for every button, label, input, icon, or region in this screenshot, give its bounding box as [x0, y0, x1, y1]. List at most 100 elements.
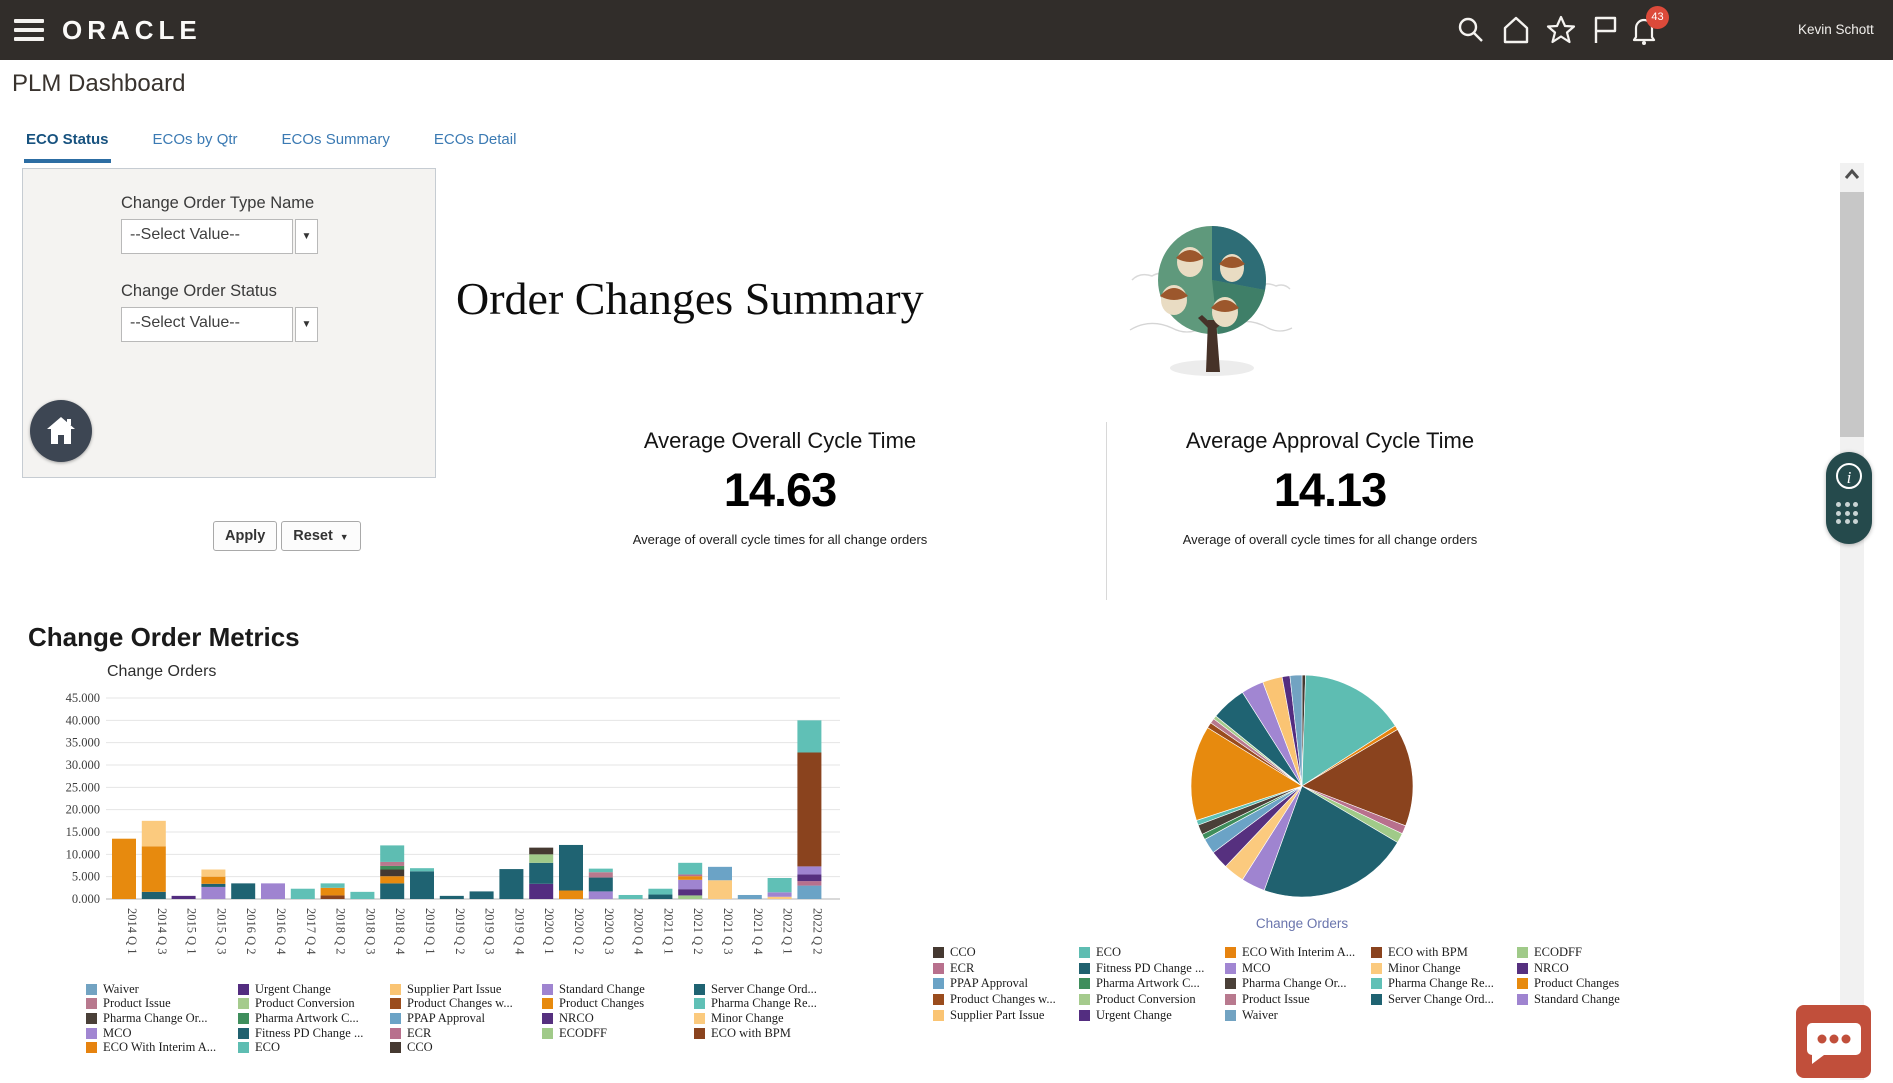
- legend-label: Fitness PD Change ...: [1096, 961, 1204, 976]
- svg-text:2021 Q 4: 2021 Q 4: [751, 908, 765, 955]
- legend-label: PPAP Approval: [407, 1011, 485, 1026]
- legend-label: ECO with BPM: [1388, 945, 1468, 960]
- legend-item: Server Change Ord...: [694, 982, 846, 997]
- legend-label: Supplier Part Issue: [407, 982, 501, 997]
- bar-segment: [201, 884, 225, 887]
- tab-eco-status[interactable]: ECO Status: [24, 127, 111, 163]
- legend-swatch: [86, 1028, 97, 1039]
- legend-item: ECO: [238, 1040, 390, 1055]
- info-icon[interactable]: i: [1836, 463, 1862, 489]
- legend-swatch: [694, 1028, 705, 1039]
- search-icon[interactable]: [1455, 14, 1487, 46]
- chevron-down-icon[interactable]: ▼: [295, 219, 318, 254]
- chevron-down-icon[interactable]: ▼: [295, 307, 318, 342]
- legend-item: Waiver: [1225, 1007, 1371, 1023]
- legend-swatch: [238, 984, 249, 995]
- legend-item: NRCO: [542, 1011, 694, 1026]
- svg-text:2019 Q 2: 2019 Q 2: [453, 908, 467, 955]
- tab-ecos-summary[interactable]: ECOs Summary: [280, 127, 392, 163]
- svg-text:2015 Q 3: 2015 Q 3: [214, 908, 228, 955]
- bar-segment: [529, 884, 553, 899]
- legend-label: Pharma Change Or...: [1242, 976, 1347, 991]
- grid-dots-icon[interactable]: [1836, 502, 1864, 524]
- change-order-type-select[interactable]: --Select Value--: [121, 219, 293, 254]
- dashboard-home-button[interactable]: [30, 400, 92, 462]
- legend-swatch: [1079, 978, 1090, 989]
- legend-item: Fitness PD Change ...: [1079, 961, 1225, 977]
- legend-label: PPAP Approval: [950, 976, 1028, 991]
- svg-text:15.000: 15.000: [66, 825, 100, 839]
- svg-text:40.000: 40.000: [66, 713, 100, 727]
- bar-segment: [410, 871, 434, 899]
- scrollbar-thumb[interactable]: [1840, 192, 1864, 437]
- menu-icon[interactable]: [14, 19, 44, 41]
- change-order-status-select[interactable]: --Select Value--: [121, 307, 293, 342]
- bar-segment: [380, 862, 404, 866]
- pie-chart-label: Change Orders: [1202, 916, 1402, 931]
- chat-button[interactable]: [1796, 1005, 1871, 1078]
- legend-label: Product Conversion: [1096, 992, 1196, 1007]
- legend-label: Minor Change: [1388, 961, 1461, 976]
- legend-label: Minor Change: [711, 1011, 784, 1026]
- legend-label: MCO: [1242, 961, 1270, 976]
- bar-segment: [648, 889, 672, 895]
- legend-label: Urgent Change: [1096, 1008, 1172, 1023]
- legend-item: ECO With Interim A...: [86, 1040, 238, 1055]
- bar-segment: [559, 891, 583, 899]
- legend-label: Standard Change: [1534, 992, 1620, 1007]
- metric-title: Average Overall Cycle Time: [480, 428, 1080, 454]
- legend-label: Pharma Artwork C...: [255, 1011, 359, 1026]
- legend-item: ECR: [933, 961, 1079, 977]
- legend-swatch: [86, 1042, 97, 1053]
- legend-item: ECO With Interim A...: [1225, 945, 1371, 961]
- scrollbar-up-icon[interactable]: [1840, 167, 1864, 187]
- legend-label: Pharma Change Re...: [1388, 976, 1494, 991]
- legend-swatch: [694, 998, 705, 1009]
- bar-segment: [380, 883, 404, 899]
- home-icon[interactable]: [1500, 14, 1532, 46]
- bar-segment: [797, 866, 821, 874]
- legend-item: Fitness PD Change ...: [238, 1026, 390, 1041]
- apply-button[interactable]: Apply: [213, 521, 277, 551]
- svg-text:2020 Q 3: 2020 Q 3: [602, 908, 616, 955]
- bar-segment: [559, 845, 583, 891]
- legend-label: NRCO: [1534, 961, 1569, 976]
- bar-segment: [321, 895, 345, 899]
- favorites-icon[interactable]: [1545, 14, 1577, 46]
- page-title: PLM Dashboard: [12, 70, 185, 98]
- legend-label: ECODFF: [1534, 945, 1582, 960]
- legend-swatch: [390, 998, 401, 1009]
- user-name[interactable]: Kevin Schott: [1798, 0, 1874, 60]
- legend-item: CCO: [933, 945, 1079, 961]
- tab-ecos-by-qtr[interactable]: ECOs by Qtr: [151, 127, 240, 163]
- flag-icon[interactable]: [1589, 14, 1621, 46]
- info-widget-button[interactable]: i: [1826, 452, 1872, 544]
- metric-approval-cycle-time: Average Approval Cycle Time 14.13 Averag…: [1030, 428, 1630, 547]
- bar-segment: [380, 876, 404, 883]
- bar-segment: [142, 846, 166, 892]
- bar-segment: [350, 892, 374, 899]
- legend-swatch: [1517, 963, 1528, 974]
- metric-overall-cycle-time: Average Overall Cycle Time 14.63 Average…: [480, 428, 1080, 547]
- tab-ecos-detail[interactable]: ECOs Detail: [432, 127, 519, 163]
- bar-segment: [708, 867, 732, 880]
- reset-button[interactable]: Reset▼: [281, 521, 360, 551]
- svg-text:2016 Q 2: 2016 Q 2: [244, 908, 258, 955]
- bar-segment: [261, 883, 285, 899]
- svg-text:2014 Q 1: 2014 Q 1: [125, 908, 139, 955]
- section-title: Change Order Metrics: [28, 622, 300, 653]
- bar-segment: [589, 878, 613, 892]
- svg-text:0.000: 0.000: [72, 892, 100, 906]
- legend-swatch: [238, 1028, 249, 1039]
- legend-label: Urgent Change: [255, 982, 331, 997]
- legend-swatch: [933, 994, 944, 1005]
- svg-text:2016 Q 4: 2016 Q 4: [274, 908, 288, 955]
- legend-swatch: [694, 1013, 705, 1024]
- vertical-scrollbar[interactable]: [1840, 163, 1864, 1080]
- bar-chart-legend: WaiverProduct IssuePharma Change Or...MC…: [86, 982, 846, 1055]
- bar-segment: [738, 895, 762, 899]
- legend-label: ECO with BPM: [711, 1026, 791, 1041]
- legend-item: PPAP Approval: [933, 976, 1079, 992]
- pie-chart-legend: CCOECRPPAP ApprovalProduct Changes w...S…: [933, 945, 1663, 1023]
- reset-button-label: Reset: [293, 528, 333, 544]
